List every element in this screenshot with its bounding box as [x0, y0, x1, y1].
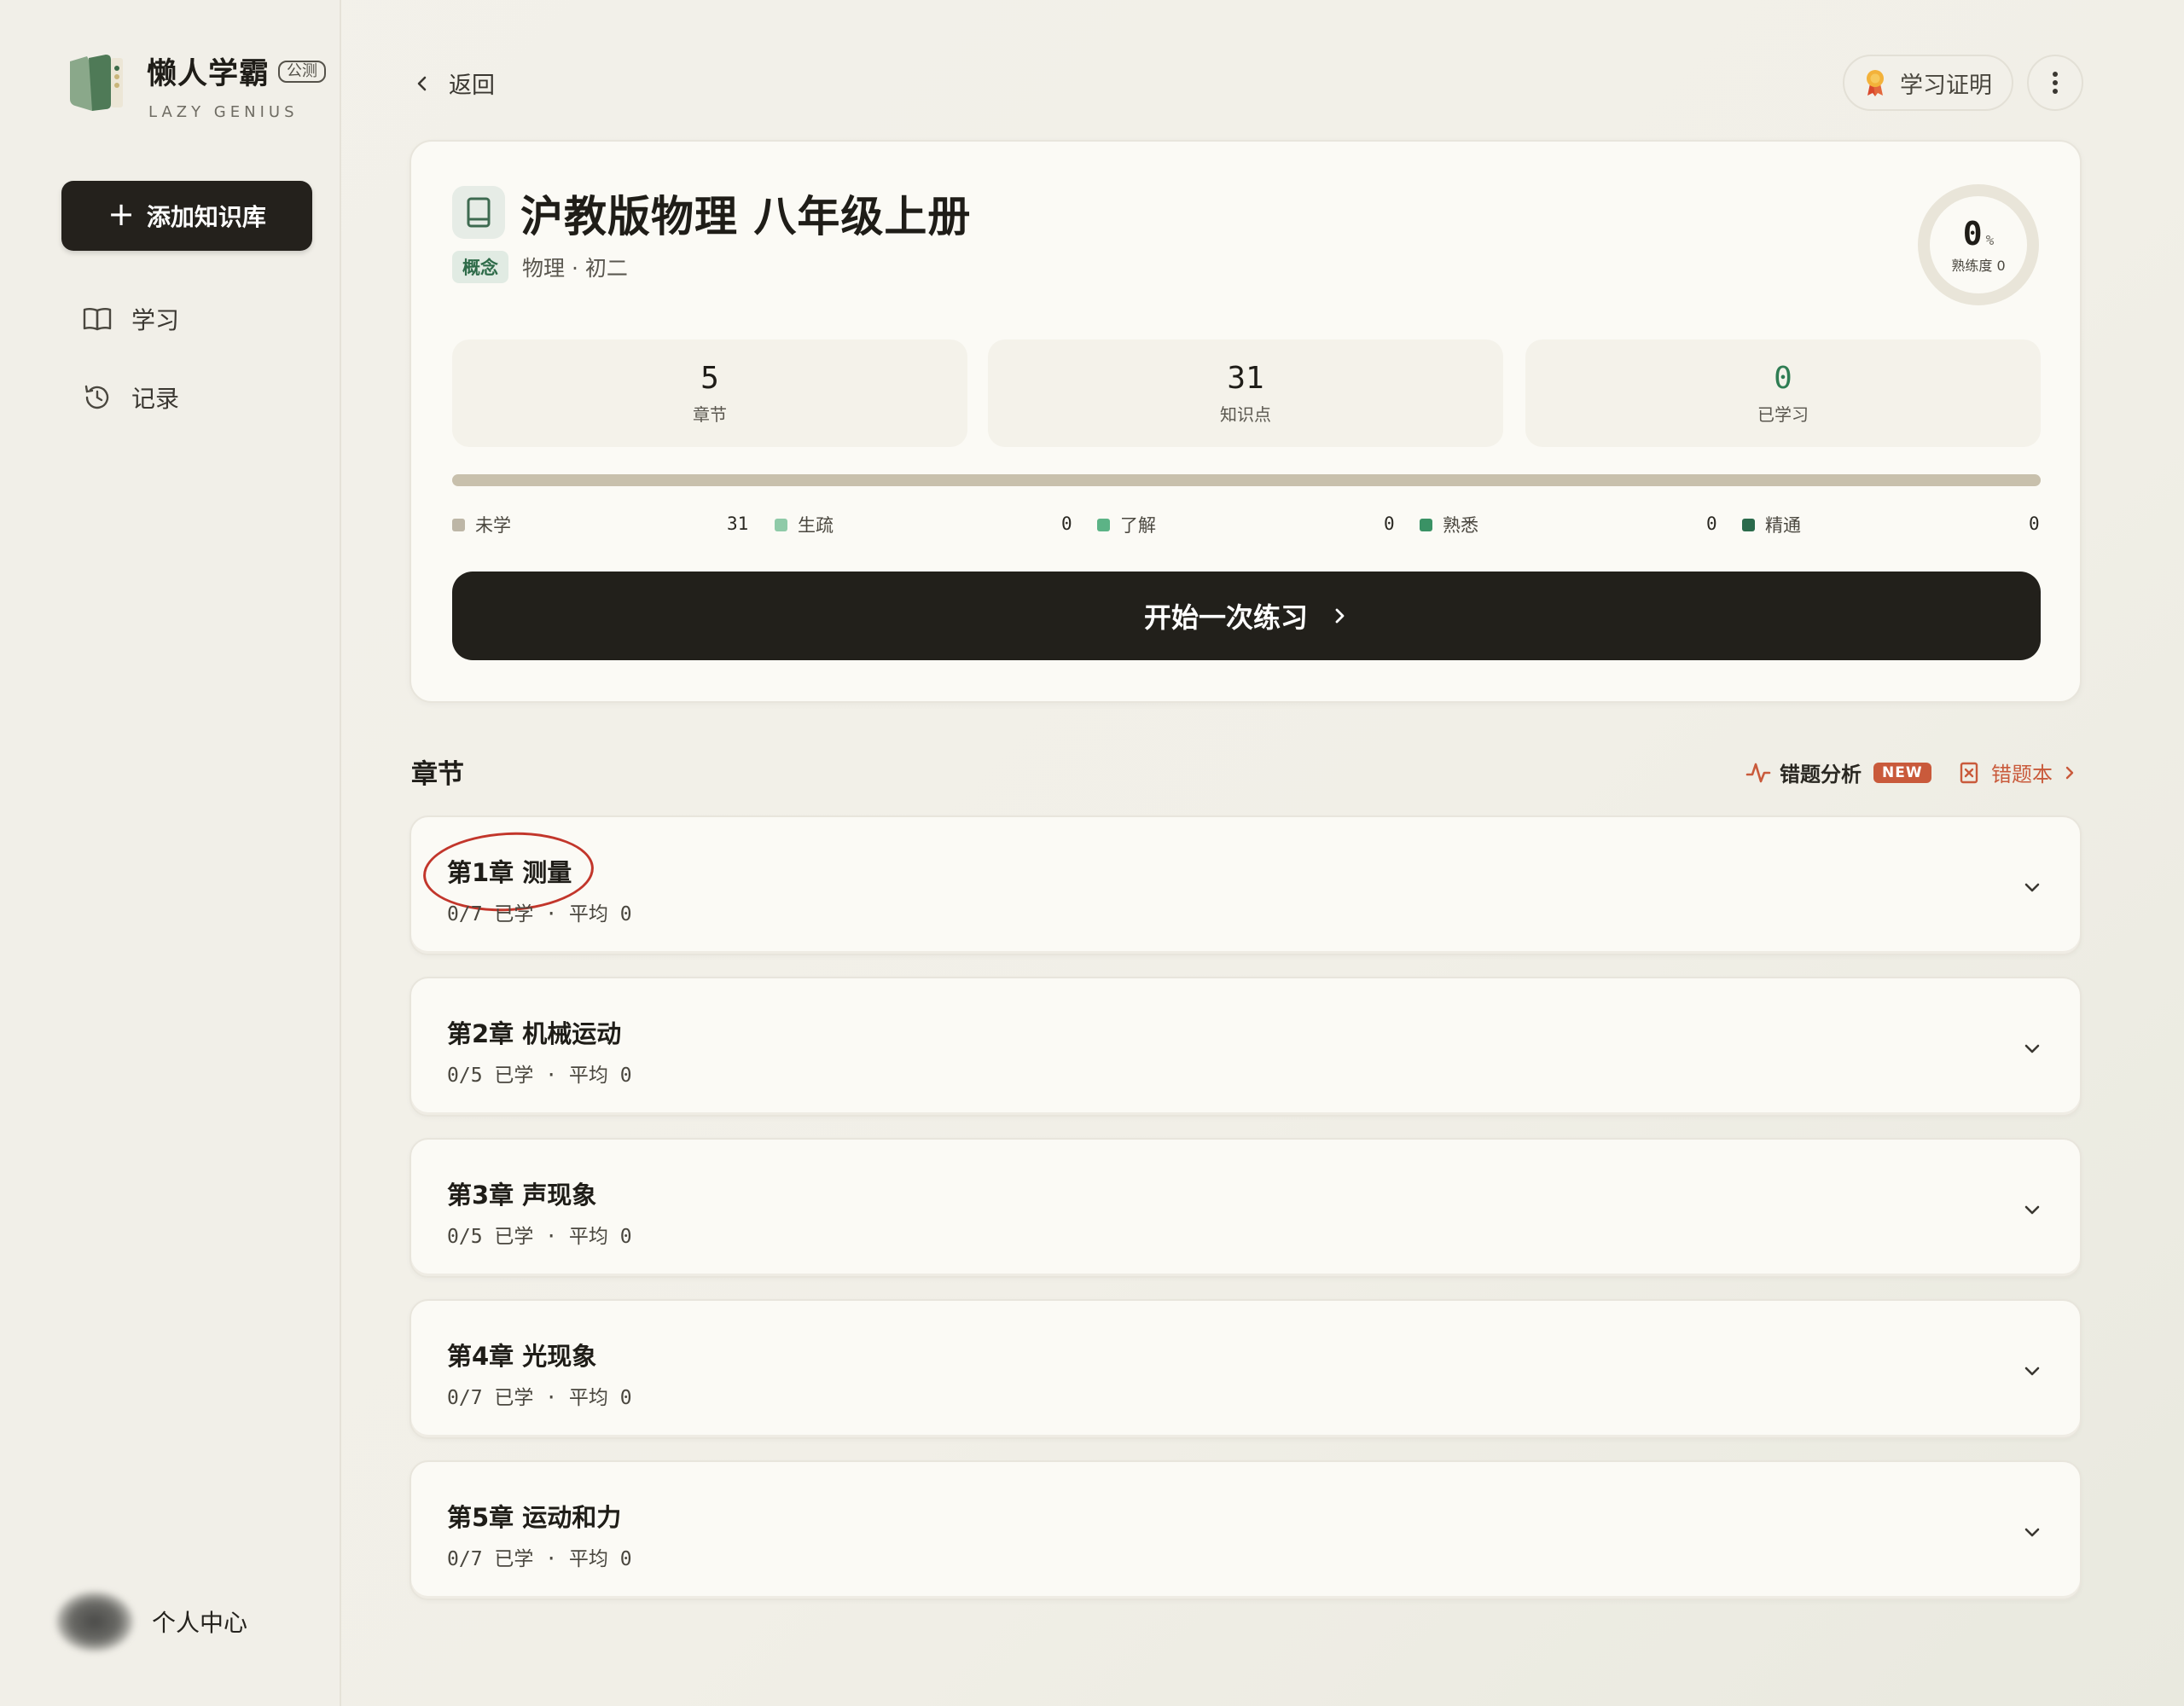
mastery-legend: 未学 31 生疏 0 了解 0 熟悉 0 精通 0: [452, 512, 2041, 546]
plus-icon: +: [107, 195, 135, 233]
legend-label: 精通: [1765, 515, 1801, 536]
mastery-ring: 0% 熟练度 0: [1916, 183, 2041, 307]
legend-mastered: 精通: [1742, 512, 1801, 537]
legend-swatch: [1420, 518, 1432, 531]
category-tag: 概念: [452, 251, 508, 283]
legend-label: 生疏: [798, 515, 834, 536]
chevron-down-icon[interactable]: [2022, 877, 2042, 897]
legend-swatch: [775, 518, 787, 531]
chapter-card[interactable]: 第3章 声现象 0/5 已学 · 平均 0: [410, 1138, 2082, 1278]
chapters-heading: 章节: [411, 759, 464, 790]
nav-item-study-label: 学习: [131, 306, 180, 334]
error-book-icon: [1960, 762, 1978, 783]
book-open-icon: [83, 308, 112, 331]
legend-familiar: 熟悉: [1420, 512, 1478, 537]
avatar: [56, 1592, 133, 1651]
history-icon: [84, 385, 109, 409]
legend-label: 了解: [1120, 515, 1156, 536]
mastery-label: 熟练度 0: [1951, 258, 2006, 274]
medal-icon: [1867, 70, 1884, 96]
app-logo[interactable]: 懒人学霸 公测 LAZY GENIUS: [67, 49, 327, 121]
app-name: 懒人学霸: [147, 57, 270, 91]
stat-knowledge-points-value: 31: [1227, 361, 1264, 396]
book-icon: [452, 186, 505, 239]
chevron-down-icon[interactable]: [2022, 1522, 2042, 1542]
legend-value: 31: [727, 514, 749, 534]
stat-chapters-label: 章节: [693, 404, 727, 425]
beta-badge: 公测: [278, 60, 327, 83]
chapter-progress: 0/7 已学 · 平均 0: [447, 1387, 632, 1409]
chapter-title: 第2章 机械运动: [447, 1019, 622, 1048]
sidebar: 懒人学霸 公测 LAZY GENIUS + 添加知识库 学习 记录 个人中心: [0, 0, 341, 1706]
legend-label: 熟悉: [1443, 515, 1478, 536]
knowledge-base-card: 沪教版物理 八年级上册 概念 物理 · 初二 0% 熟练度 0 5 章节 31 …: [410, 140, 2082, 703]
error-analysis-label: 错题分析: [1780, 763, 1862, 786]
legend-unlearned: 未学: [452, 512, 511, 537]
chapter-card[interactable]: 第4章 光现象 0/7 已学 · 平均 0: [410, 1299, 2082, 1439]
start-practice-button[interactable]: 开始一次练习: [452, 572, 2041, 660]
legend-swatch: [1742, 518, 1755, 531]
back-label: 返回: [449, 73, 495, 99]
nav-item-study[interactable]: 学习: [82, 302, 179, 336]
chevron-down-icon[interactable]: [2022, 1038, 2042, 1059]
legend-value: 0: [1384, 514, 1395, 534]
legend-swatch: [452, 518, 465, 531]
more-vertical-icon: [2053, 72, 2058, 94]
chapter-card[interactable]: 第5章 运动和力 0/7 已学 · 平均 0: [410, 1460, 2082, 1600]
error-book-link[interactable]: 错题本: [1959, 757, 2077, 787]
chevron-right-icon: [1335, 608, 1345, 624]
subject-grade: 物理 · 初二: [522, 256, 628, 281]
mastery-distribution-bar: [452, 474, 2041, 486]
nav-item-history[interactable]: 记录: [82, 380, 179, 415]
stat-chapters-value: 5: [700, 361, 719, 396]
more-options-button[interactable]: [2027, 55, 2083, 111]
legend-swatch: [1097, 518, 1110, 531]
profile-label: 个人中心: [152, 1609, 248, 1637]
chevron-left-icon: [417, 76, 427, 90]
chapter-title: 第3章 声现象: [447, 1181, 597, 1210]
stat-knowledge-points-label: 知识点: [1220, 404, 1271, 425]
certificate-button[interactable]: 学习证明: [1843, 55, 2013, 111]
legend-label: 未学: [475, 515, 511, 536]
mastery-percent: 0: [1962, 215, 1983, 252]
mastery-percent-unit: %: [1985, 232, 1995, 248]
add-knowledge-base-label: 添加知识库: [146, 203, 266, 231]
stat-learned-value: 0: [1774, 361, 1792, 396]
chevron-down-icon[interactable]: [2022, 1199, 2042, 1220]
chapter-progress: 0/7 已学 · 平均 0: [447, 1548, 632, 1570]
chapter-title: 第1章 测量: [447, 858, 572, 887]
legend-value: 0: [1061, 514, 1072, 534]
add-knowledge-base-button[interactable]: + 添加知识库: [61, 181, 312, 251]
stat-learned: 0 已学习: [1525, 339, 2041, 447]
new-badge: NEW: [1873, 762, 1931, 783]
legend-aware: 了解: [1097, 512, 1156, 537]
chapter-card[interactable]: 第2章 机械运动 0/5 已学 · 平均 0: [410, 977, 2082, 1117]
back-button[interactable]: 返回: [413, 67, 495, 100]
nav-item-history-label: 记录: [131, 385, 180, 413]
certificate-label: 学习证明: [1900, 72, 1992, 99]
error-book-label: 错题本: [1991, 763, 2053, 786]
stat-chapters: 5 章节: [452, 339, 967, 447]
knowledge-base-title: 沪教版物理 八年级上册: [520, 192, 972, 241]
legend-value: 0: [2029, 514, 2040, 534]
error-analysis-link[interactable]: 错题分析 NEW: [1745, 757, 1931, 787]
stat-knowledge-points: 31 知识点: [988, 339, 1503, 447]
app-subtitle: LAZY GENIUS: [148, 103, 299, 121]
chapter-progress: 0/7 已学 · 平均 0: [447, 903, 632, 926]
start-practice-label: 开始一次练习: [1143, 601, 1308, 634]
chapter-title: 第4章 光现象: [447, 1342, 597, 1371]
chevron-down-icon[interactable]: [2022, 1361, 2042, 1381]
legend-value: 0: [1706, 514, 1717, 534]
chapter-progress: 0/5 已学 · 平均 0: [447, 1226, 632, 1248]
profile-link[interactable]: 个人中心: [56, 1592, 247, 1651]
legend-rusty: 生疏: [775, 512, 834, 537]
chevron-right-icon: [2065, 766, 2074, 779]
logo-book-icon: [67, 49, 131, 114]
chapter-title: 第5章 运动和力: [447, 1503, 622, 1532]
activity-icon: [1745, 763, 1771, 782]
chapter-card[interactable]: 第1章 测量 0/7 已学 · 平均 0: [410, 815, 2082, 955]
chapter-progress: 0/5 已学 · 平均 0: [447, 1065, 632, 1087]
stat-learned-label: 已学习: [1757, 404, 1809, 425]
